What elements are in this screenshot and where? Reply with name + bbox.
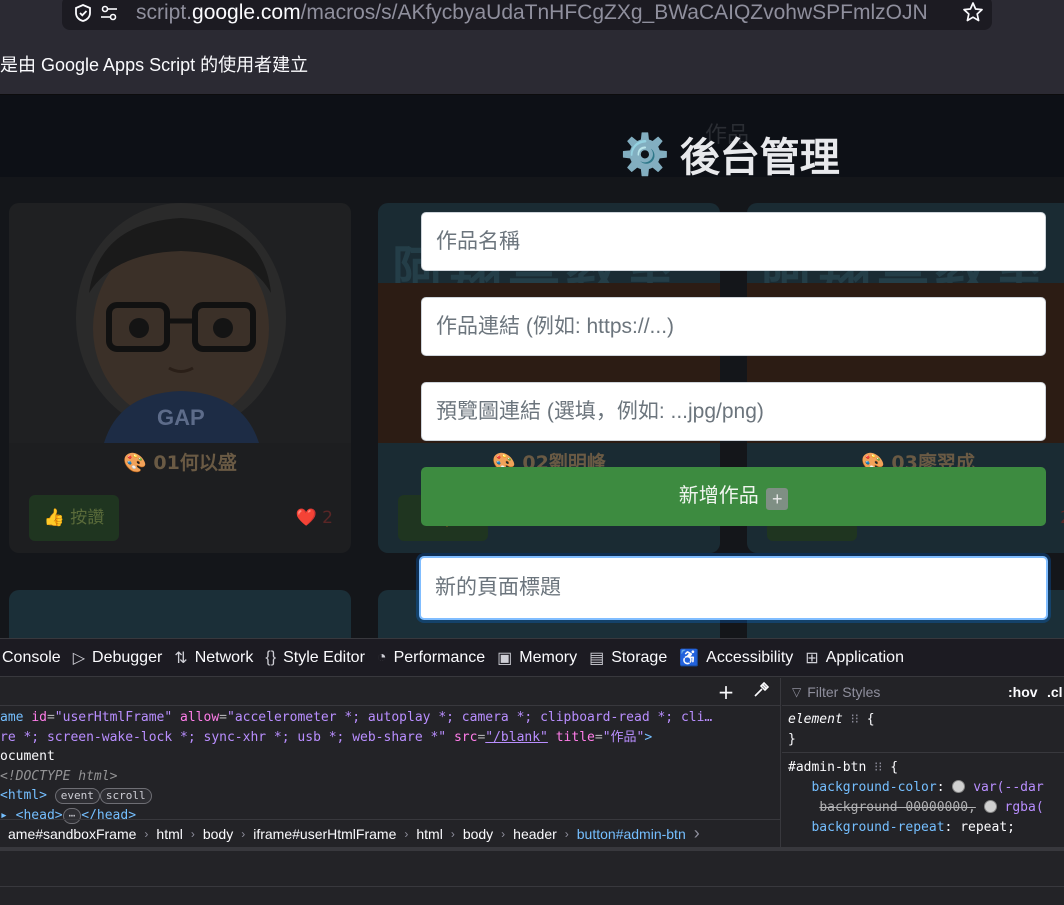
network-icon: ⇅ — [174, 649, 188, 667]
shield-icon[interactable] — [72, 2, 94, 24]
eyedropper-icon[interactable] — [749, 681, 773, 703]
grid-icon: ⊞ — [805, 649, 819, 667]
inspector-toolbar: + — [0, 678, 781, 706]
breadcrumb-item[interactable]: html — [148, 826, 190, 842]
markup-tree[interactable]: ame id="userHtmlFrame" allow="accelerome… — [0, 708, 712, 825]
work-link-input[interactable] — [421, 297, 1046, 356]
tab-performance[interactable]: ◔ Performance — [373, 639, 493, 677]
rules-view: ▽ Filter Styles :hov .cl element ⁝⁝ { } … — [782, 678, 1064, 847]
tab-storage[interactable]: ▤ Storage — [585, 639, 675, 677]
browser-window: script.google.com/macros/s/AKfycbyaUdaTn… — [0, 0, 1064, 905]
site-permissions-icon[interactable] — [98, 2, 120, 24]
tab-accessibility[interactable]: ♿ Accessibility — [675, 639, 801, 677]
admin-btn-rule[interactable]: #admin-btn ⁝⁝ { background-color: var(--… — [788, 758, 1044, 838]
bookmark-star-icon[interactable] — [962, 1, 984, 27]
tab-console[interactable]: Console — [0, 639, 69, 677]
devtools-tab-bar: Console ▷ Debugger ⇅ Network {} Style Edito… — [0, 639, 1064, 677]
scroll-badge[interactable]: scroll — [99, 788, 152, 804]
admin-title-text: 後台管理 — [679, 135, 840, 181]
filter-styles-input[interactable]: Filter Styles — [807, 684, 880, 700]
page-viewport: 作品 GAP 🎨 01何以盛 👍 按讚 ❤️ 2 阿翔雲教室 🎨 02劉明峰 阿… — [0, 95, 1064, 638]
admin-title: ⚙️ 後台管理 — [620, 125, 840, 183]
tab-memory[interactable]: ▣ Memory — [493, 639, 585, 677]
breadcrumb-item[interactable]: ame#sandboxFrame — [0, 826, 144, 842]
cls-toggle[interactable]: .cl — [1047, 684, 1063, 700]
tab-style-editor[interactable]: {} Style Editor — [261, 639, 373, 677]
devtools-panel: Console ▷ Debugger ⇅ Network {} Style Edito… — [0, 638, 1064, 905]
work-card[interactable]: GAP 🎨 01何以盛 👍 按讚 ❤️ 2 — [9, 203, 351, 553]
tab-network[interactable]: ⇅ Network — [170, 639, 261, 677]
hov-toggle[interactable]: :hov — [1008, 684, 1038, 700]
apps-script-notice-bar: 是由 Google Apps Script 的使用者建立 — [0, 34, 1064, 95]
rules-toolbar: ▽ Filter Styles :hov .cl — [782, 678, 1064, 706]
storage-icon: ▤ — [589, 649, 605, 667]
page-header: 作品 — [0, 95, 1064, 177]
like-count: ❤️ 2 — [295, 508, 333, 528]
plus-icon: + — [766, 488, 789, 510]
url-text[interactable]: script.google.com/macros/s/AKfycbyaUdaTn… — [136, 1, 936, 25]
braces-icon: {} — [265, 648, 277, 666]
tab-debugger[interactable]: ▷ Debugger — [69, 639, 171, 677]
devtools-split-area — [0, 847, 1064, 905]
notice-text: 是由 Google Apps Script 的使用者建立 — [0, 55, 309, 75]
work-name: 🎨 01何以盛 — [123, 452, 237, 474]
color-swatch[interactable] — [983, 800, 997, 813]
breadcrumb-item[interactable]: html — [408, 826, 450, 842]
breadcrumb-item[interactable]: iframe#userHtmlFrame — [245, 826, 404, 842]
svg-text:GAP: GAP — [157, 405, 205, 430]
work-card[interactable] — [9, 590, 351, 638]
add-node-icon[interactable]: + — [714, 681, 738, 703]
markup-view: + ame id="userHtmlFrame" allow="accelero… — [0, 678, 781, 847]
page-title-input[interactable] — [419, 556, 1048, 620]
breadcrumb-item[interactable]: body — [455, 826, 501, 842]
gauge-icon: ◔ — [376, 648, 387, 666]
event-badge[interactable]: event — [54, 788, 100, 804]
memory-chip-icon: ▣ — [497, 649, 513, 667]
element-rule[interactable]: element ⁝⁝ { } — [788, 710, 875, 750]
breadcrumb: ame#sandboxFrame › html › body › iframe#use… — [0, 819, 781, 847]
breadcrumb-item[interactable]: body — [195, 826, 241, 842]
filter-icon: ▽ — [792, 684, 802, 699]
chevron-right-icon[interactable]: › — [694, 823, 700, 844]
preview-link-input[interactable] — [421, 382, 1046, 441]
debugger-icon: ▷ — [72, 649, 86, 667]
toolbar: script.google.com/macros/s/AKfycbyaUdaTn… — [0, 0, 1064, 34]
gear-icon: ⚙️ — [620, 131, 670, 178]
url-bar[interactable]: script.google.com/macros/s/AKfycbyaUdaTn… — [62, 0, 992, 30]
breadcrumb-item-selected[interactable]: button#admin-btn — [569, 826, 694, 842]
like-count: 2 — [1060, 508, 1064, 528]
like-button[interactable]: 👍 按讚 — [29, 495, 119, 541]
work-name-input[interactable] — [421, 212, 1046, 271]
avatar-thumbnail: GAP — [9, 203, 351, 443]
breadcrumb-item[interactable]: header — [505, 826, 565, 842]
add-work-button[interactable]: 新增作品 + — [421, 467, 1046, 526]
accessibility-icon: ♿ — [679, 649, 700, 667]
color-swatch[interactable] — [952, 780, 966, 793]
tab-application[interactable]: ⊞ Application — [801, 639, 912, 677]
